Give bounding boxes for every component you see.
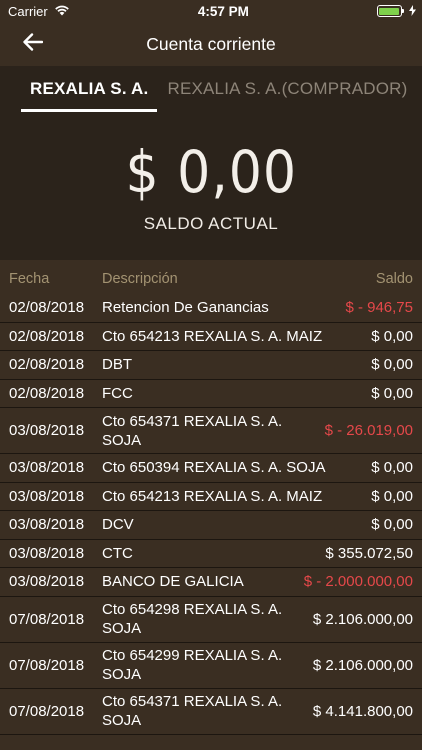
row-balance: $ - 26.019,00	[324, 422, 413, 439]
table-row[interactable]: 03/08/2018 Cto 654371 REXALIA S. A. SOJA $…	[0, 408, 422, 454]
row-description: Cto 650394 REXALIA S. A. SOJA	[102, 459, 326, 477]
table-row[interactable]: 03/08/2018 Cto 650394 REXALIA S. A. SOJA $…	[0, 454, 422, 483]
row-balance: $ 0,00	[371, 356, 413, 374]
table-row[interactable]: 07/08/2018 Cto 654299 REXALIA S. A. SOJA $…	[0, 643, 422, 689]
row-description: DCV	[102, 516, 134, 534]
nav-bar: Cuenta corriente	[0, 22, 422, 66]
table-row[interactable]: 02/08/2018 Retencion De Ganancias $ - 946,…	[0, 294, 422, 323]
row-balance: $ 2.106.000,00	[312, 610, 413, 628]
row-balance: $ 355.072,50	[325, 544, 413, 562]
balance-amount: $ 0,00	[125, 138, 297, 206]
status-left: Carrier	[8, 4, 70, 19]
account-tabs: REXALIA S. A. REXALIA S. A.(COMPRADOR)	[0, 66, 422, 112]
row-date: 07/08/2018	[9, 610, 85, 628]
tab-divider	[418, 66, 422, 112]
tab-rexalia-comprador[interactable]: REXALIA S. A.(COMPRADOR)	[157, 66, 417, 112]
row-balance: $ - 946,75	[345, 299, 413, 317]
battery-icon	[376, 5, 405, 17]
table-row[interactable]: Cto 654281 RICARDO E. RULIS	[0, 735, 422, 750]
row-description: Cto 654213 REXALIA S. A. MAIZ	[102, 487, 323, 505]
status-time: 4:57 PM	[197, 3, 249, 19]
row-date: 02/08/2018	[9, 356, 85, 374]
table-row[interactable]: 03/08/2018 CTC $ 355.072,50	[0, 540, 422, 568]
row-description: Cto 654299 REXALIA S. A. SOJA	[102, 647, 283, 683]
row-balance: $ 0,00	[371, 459, 413, 477]
table-header: Fecha Descripción Saldo	[0, 264, 422, 294]
row-description: CTC	[102, 544, 133, 562]
row-date: 03/08/2018	[9, 544, 85, 562]
table-row[interactable]: 03/08/2018 Cto 654213 REXALIA S. A. MAIZ $…	[0, 483, 422, 511]
row-description: Retencion De Ganancias	[102, 299, 269, 317]
row-date: 07/08/2018	[9, 656, 85, 674]
row-description: Cto 654371 REXALIA S. A. SOJA	[102, 693, 283, 729]
transactions-table: Fecha Descripción Saldo 02/08/2018 Retenc…	[0, 264, 422, 750]
table-body: 02/08/2018 Retencion De Ganancias $ - 946,…	[0, 294, 422, 750]
row-balance: $ 2.106.000,00	[312, 656, 413, 674]
row-date: 03/08/2018	[9, 516, 85, 534]
row-description: BANCO DE GALICIA	[102, 573, 244, 591]
row-description: FCC	[102, 384, 133, 402]
row-balance: $ 0,00	[371, 384, 413, 402]
table-row[interactable]: 03/08/2018 BANCO DE GALICIA $ - 2.000.000,…	[0, 568, 422, 597]
balance-panel: $ 0,00 SALDO ACTUAL	[0, 112, 422, 260]
bolt-icon	[408, 4, 416, 19]
table-row[interactable]: 07/08/2018 Cto 654371 REXALIA S. A. SOJA $…	[0, 689, 422, 735]
header-description: Descripción	[102, 271, 178, 287]
back-button[interactable]	[20, 32, 46, 56]
row-date: 02/08/2018	[9, 299, 85, 317]
status-bar: Carrier 4:57 PM	[0, 0, 422, 22]
status-right	[376, 4, 416, 19]
row-date: 03/08/2018	[9, 487, 85, 505]
row-date: 07/08/2018	[9, 702, 85, 720]
row-description: Cto 654298 REXALIA S. A. SOJA	[102, 601, 283, 637]
table-row[interactable]: 02/08/2018 FCC $ 0,00	[0, 380, 422, 408]
table-row[interactable]: 02/08/2018 Cto 654213 REXALIA S. A. MAIZ $…	[0, 323, 422, 351]
row-balance: $ - 2.000.000,00	[303, 573, 413, 591]
page-title: Cuenta corriente	[146, 33, 276, 54]
row-balance: $ 0,00	[371, 327, 413, 345]
row-date: 03/08/2018	[9, 422, 85, 439]
row-date: 02/08/2018	[9, 384, 85, 402]
row-description: Cto 654371 REXALIA S. A. SOJA	[102, 412, 283, 449]
row-date: 03/08/2018	[9, 573, 85, 591]
carrier-label: Carrier	[8, 3, 48, 19]
table-row[interactable]: 03/08/2018 DCV $ 0,00	[0, 511, 422, 540]
table-row[interactable]: 02/08/2018 DBT $ 0,00	[0, 351, 422, 380]
header-date: Fecha	[9, 271, 50, 287]
balance-label: SALDO ACTUAL	[143, 214, 279, 233]
row-balance: $ 4.141.800,00	[312, 702, 413, 720]
tab-rexalia[interactable]: REXALIA S. A.	[21, 66, 158, 112]
header-balance: Saldo	[375, 271, 413, 287]
wifi-icon	[54, 4, 70, 19]
row-description: Cto 654213 REXALIA S. A. MAIZ	[102, 327, 323, 345]
row-balance: $ 0,00	[371, 487, 413, 505]
row-date: 02/08/2018	[9, 327, 85, 345]
row-date: 03/08/2018	[9, 459, 85, 477]
table-row[interactable]: 07/08/2018 Cto 654298 REXALIA S. A. SOJA $…	[0, 597, 422, 643]
row-balance: $ 0,00	[371, 516, 413, 534]
row-description: DBT	[102, 356, 132, 374]
arrow-left-icon	[23, 32, 44, 56]
